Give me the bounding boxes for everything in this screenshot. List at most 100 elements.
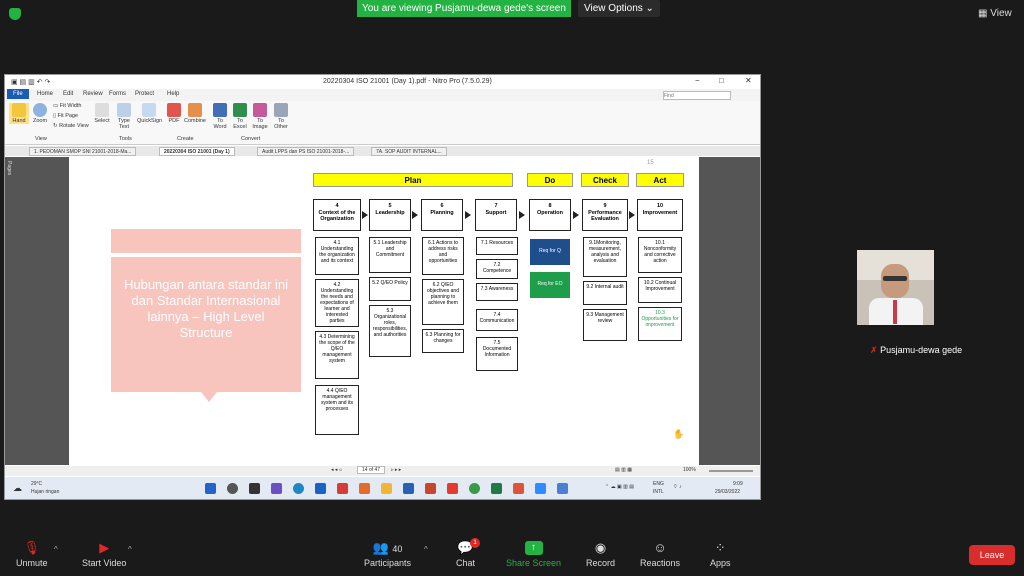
nitro-app-icon[interactable] [513,483,524,494]
pdf-button[interactable]: PDF [165,103,183,124]
powerpoint-icon[interactable] [425,483,436,494]
to-image-button[interactable]: To Image [251,103,269,130]
share-banner: You are viewing Pusjamu-dewa gede's scre… [357,0,571,17]
office-icon[interactable] [359,483,370,494]
clause-5-3: 5.3 Organizational roles, responsibiliti… [369,305,411,357]
rotate-view-label: Rotate View [59,123,89,129]
close-icon[interactable]: ✕ [745,76,752,85]
tab-review[interactable]: Review [83,91,103,97]
hand-cursor-icon: ✋ [673,429,685,439]
participants-button[interactable]: 👥 40 Participants [364,541,412,569]
chrome-icon[interactable] [469,483,480,494]
security-shield-icon[interactable] [9,8,21,20]
participants-label: Participants [364,558,412,568]
header-label: Context of the Organization [318,209,356,223]
start-video-button[interactable]: ▶ Start Video [82,540,126,569]
video-off-icon: ▶ [99,540,110,555]
acrobat-icon[interactable] [447,483,458,494]
ribbon-tabs: File Home Edit Review Forms Protect Help [5,89,760,101]
weather-icon: ☁ [13,483,22,493]
meet-icon[interactable] [557,483,568,494]
fit-width-button[interactable]: ▭ Fit Width [53,103,81,109]
file-explorer-icon[interactable] [381,483,392,494]
rotate-view-button[interactable]: ↻ Rotate View [53,123,89,129]
unmute-button[interactable]: 🎙 Unmute [16,540,48,569]
zoom-slider[interactable] [709,470,753,472]
tab-edit[interactable]: Edit [63,91,73,97]
store-icon[interactable] [337,483,348,494]
nav-arrows-icon[interactable]: ◂ ◂ ◃ [331,467,341,473]
tab-protect[interactable]: Protect [135,91,154,97]
to-excel-button[interactable]: To Excel [231,103,249,130]
next-arrows-icon[interactable]: ▹ ▸ ▸ [391,467,401,473]
tab-home[interactable]: Home [37,91,53,97]
excel-app-icon[interactable] [491,483,502,494]
magnifier-icon [33,103,47,117]
mail-icon[interactable] [315,483,326,494]
fit-page-button[interactable]: ▯ Fit Page [53,113,78,119]
share-screen-button[interactable]: ↑ Share Screen [506,541,561,568]
to-other-button[interactable]: To Other [271,103,291,130]
clock-time[interactable]: 9:09 [733,481,743,487]
audio-menu-chevron-icon[interactable]: ^ [54,545,58,554]
maximize-icon[interactable]: □ [719,76,724,85]
tab-forms[interactable]: Forms [109,91,126,97]
zoom-level[interactable]: 100% [683,467,696,473]
req-for-q: Req for Q [530,239,570,265]
find-input[interactable] [663,91,731,100]
clause-10-1: 10.1 Nonconformity and corrective action [638,237,682,273]
participant-video[interactable] [857,250,934,325]
zoom-button[interactable]: Zoom [31,103,49,124]
video-menu-chevron-icon[interactable]: ^ [128,545,132,554]
zoom-label: Zoom [32,118,48,124]
language-layout: INTL [653,489,664,495]
record-button[interactable]: ◉ Record [586,540,615,569]
view-options-button[interactable]: View Options ⌄ [578,0,660,17]
tray-icons[interactable]: ⌃ ☁ ▣ ▥ ▤ [605,484,634,490]
quicksign-button[interactable]: QuickSign [137,103,162,124]
doc-tab-2[interactable]: 20220304 ISO 21001 (Day 1) [159,147,235,156]
select-button[interactable]: Select [93,103,111,124]
to-word-button[interactable]: To Word [211,103,229,130]
hand-tool-button[interactable]: Hand [9,103,29,124]
header-label: Planning [430,209,454,216]
phase-act: Act [636,173,684,187]
search-icon[interactable] [227,483,238,494]
slide-heading: Hubungan antara standar ini dan Standar … [111,257,301,392]
doc-tab-1[interactable]: 1. PEDOMAN SMOP SNI 21001-2018-Ma... [29,147,137,156]
start-icon[interactable] [205,483,216,494]
teams-icon[interactable] [271,483,282,494]
minimize-icon[interactable]: − [695,76,700,85]
doc-tab-3[interactable]: Audit LPPS dan PS ISO 21001-2018-... [257,147,355,156]
apps-button[interactable]: ⁘ Apps [710,541,731,569]
word-app-icon[interactable] [403,483,414,494]
unmute-label: Unmute [16,558,48,568]
participant-name-tag: ✗ Pusjamu-dewa gede [870,345,962,356]
type-text-button[interactable]: Type Text [113,103,135,130]
combine-button[interactable]: Combine [183,103,207,124]
doc-tab-4[interactable]: 7A. SOP AUDIT INTERNAL... [371,147,447,156]
reactions-icon: ☺ [653,540,667,555]
zoom-app-icon[interactable] [535,483,546,494]
tab-file[interactable]: File [7,89,29,99]
view-mode-icons[interactable]: ▤ ▥ ▦ [615,467,632,473]
view-button[interactable]: ▦ View [978,8,1012,19]
tab-help[interactable]: Help [167,91,179,97]
reactions-button[interactable]: ☺ Reactions [640,540,680,569]
req-for-eo: Req for EO [530,272,570,298]
task-view-icon[interactable] [249,483,260,494]
pages-panel-label[interactable]: Pages [6,161,12,175]
network-icon[interactable]: ⌔ ♪ [673,484,682,490]
participants-chevron-icon[interactable]: ^ [424,545,428,554]
edge-icon[interactable] [293,483,304,494]
record-icon: ◉ [594,540,607,555]
arrow-icon [519,211,525,219]
document-area[interactable]: Pages 15 Hubungan antara standar ini dan… [5,157,760,465]
leave-button[interactable]: Leave [969,545,1015,565]
page-indicator[interactable]: 14 of 47 [357,466,386,474]
arrow-icon [362,211,368,219]
language[interactable]: ENG [653,481,664,487]
mic-muted-icon: 🎙 [23,540,40,555]
quick-access-icons[interactable]: ▣ ▤ ▥ ↶ ↷ [11,78,51,86]
other-format-icon [274,103,288,117]
